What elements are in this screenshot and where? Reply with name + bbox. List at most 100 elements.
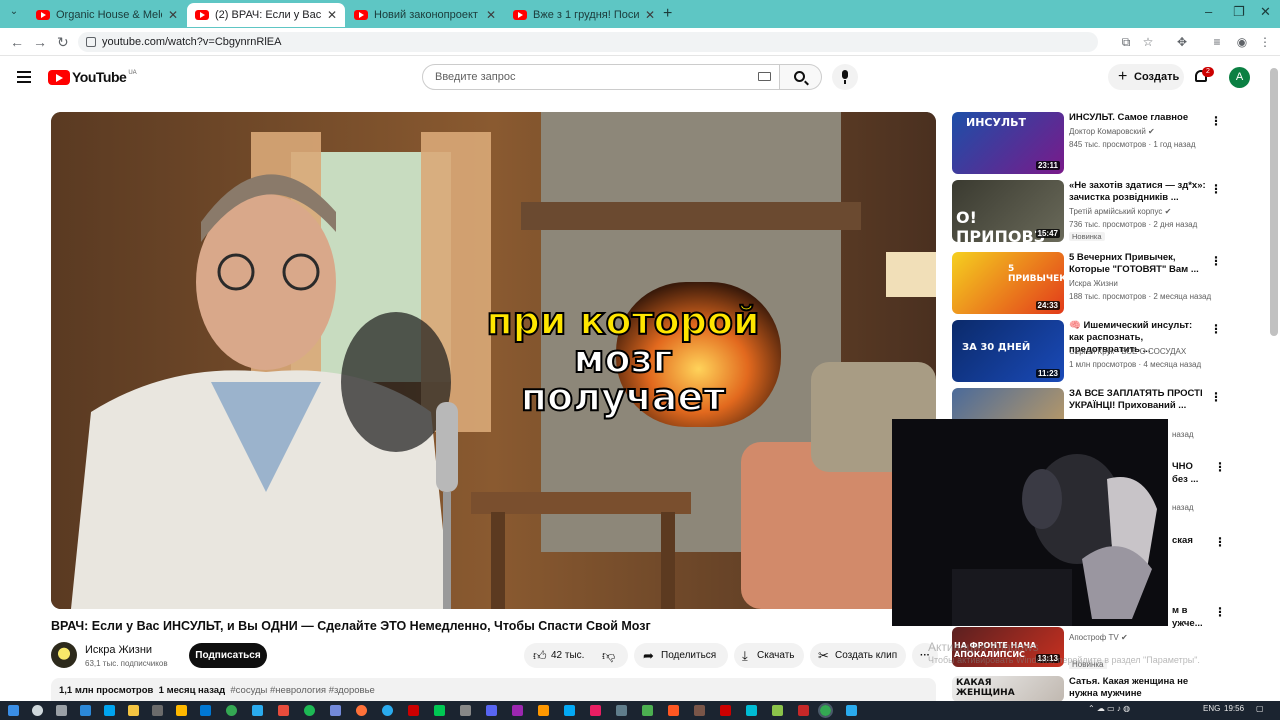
site-info-icon[interactable] [86,37,96,47]
reading-list-icon[interactable]: ≡ [1210,35,1224,49]
app-icon[interactable] [694,705,705,716]
recommendation-item[interactable]: ЗА 30 ДНЕЙ 11:23 🧠 Ишемический инсульт: … [952,320,1222,384]
browser-tab-4[interactable]: Вже з 1 грудня! Посилення пр ✕ [505,3,663,27]
tab-search-icon[interactable]: ⌄ [6,6,22,22]
tray-icons[interactable]: ⌃ ☁ ▭ ♪ ◍ [1088,704,1130,713]
like-button[interactable]: 👍︎ 42 тыс. 👎︎ [524,643,628,668]
browser-menu-icon[interactable]: ⋮ [1258,35,1272,49]
search-input[interactable]: Введите запрос [422,64,780,90]
video-player[interactable]: при которой мозг получает [51,112,936,609]
voice-search-icon[interactable] [832,64,858,90]
app-icon[interactable] [772,705,783,716]
app-icon[interactable] [434,705,445,716]
address-bar[interactable]: youtube.com/watch?v=CbgynrnRlEA [78,32,1098,52]
language-indicator[interactable]: ENG [1203,704,1220,713]
channel-name[interactable]: Искра Жизни [85,644,152,656]
chrome-active-icon[interactable] [818,703,833,718]
task-view-icon[interactable] [56,705,67,716]
telegram-icon[interactable] [382,705,393,716]
app-icon[interactable] [538,705,549,716]
more-options-icon[interactable]: ⋮ [1214,605,1226,619]
video-thumbnail[interactable]: КАКАЯ ЖЕНЩИНА [952,676,1064,702]
app-icon[interactable] [408,705,419,716]
app-icon[interactable] [746,705,757,716]
keyboard-icon[interactable] [758,72,771,81]
more-options-icon[interactable]: ⋮ [1210,322,1222,336]
close-window-icon[interactable]: ✕ [1260,4,1271,20]
explorer-icon[interactable] [128,705,139,716]
forward-icon[interactable]: → [33,34,47,50]
recommendation-item[interactable]: ИНСУЛЬТ 23:11 ИНСУЛЬТ. Самое главное Док… [952,112,1222,176]
clock[interactable]: 19:56 [1224,704,1244,713]
account-avatar[interactable]: A [1229,67,1250,88]
notification-center-icon[interactable]: ▢ [1256,704,1264,713]
app-icon[interactable] [200,705,211,716]
more-options-icon[interactable]: ⋮ [1210,390,1222,404]
edge-icon[interactable] [80,705,91,716]
recommendation-item[interactable]: 5 ПРИВЫЧЕК 24:33 5 Вечерних Привычек, Ко… [952,252,1222,316]
start-icon[interactable] [8,705,19,716]
app-icon[interactable] [278,705,289,716]
page-scrollbar[interactable] [1270,68,1278,336]
create-button[interactable]: + Создать [1108,64,1184,90]
app-icon[interactable] [616,705,627,716]
close-tab-icon[interactable]: ✕ [645,8,655,22]
new-tab-icon[interactable]: + [663,5,672,23]
reload-icon[interactable]: ↻ [57,34,69,51]
browser-tab-2[interactable]: (2) ВРАЧ: Если у Вас ИНСУЛЬТ ✕ [187,3,345,27]
minimize-icon[interactable]: – [1205,4,1212,19]
thumbs-down-icon[interactable]: 👎︎ [602,643,615,668]
clip-button[interactable]: ✂ Создать клип [810,643,906,668]
close-tab-icon[interactable]: ✕ [327,8,337,22]
logo-text: YouTube [72,69,127,85]
chrome-icon[interactable] [226,705,237,716]
recommendation-item[interactable]: О! ПРИПОВЗ 15:47 «Не захотів здатися — з… [952,180,1222,244]
app-icon[interactable] [668,705,679,716]
app-icon[interactable] [460,705,471,716]
app-icon[interactable] [798,705,809,716]
more-options-icon[interactable]: ⋮ [1210,114,1222,128]
app-icon[interactable] [330,705,341,716]
bookmark-star-icon[interactable]: ☆ [1141,35,1155,49]
browser-tab-1[interactable]: Organic House & Melodic Hou ✕ [28,3,186,27]
more-options-icon[interactable]: ⋮ [1214,460,1226,474]
app-icon[interactable] [720,705,731,716]
search-icon[interactable] [32,705,43,716]
app-icon[interactable] [564,705,575,716]
share-button[interactable]: ➦ Поделиться [634,643,728,668]
video-thumbnail[interactable]: О! ПРИПОВЗ 15:47 [952,180,1064,242]
video-thumbnail[interactable]: 5 ПРИВЫЧЕК 24:33 [952,252,1064,314]
install-app-icon[interactable]: ⧉ [1119,35,1133,49]
more-options-icon[interactable]: ⋮ [1214,535,1226,549]
app-icon[interactable] [252,705,263,716]
youtube-logo[interactable]: YouTube UA [48,69,137,85]
app-icon[interactable] [642,705,653,716]
app-icon[interactable] [486,705,497,716]
download-button[interactable]: ⤓ Скачать [734,643,804,668]
app-icon[interactable] [176,705,187,716]
app-icon[interactable] [512,705,523,716]
app-icon[interactable] [152,705,163,716]
extensions-icon[interactable]: ✥ [1175,35,1189,49]
back-icon[interactable]: ← [10,34,24,50]
maximize-icon[interactable]: ❐ [1233,4,1245,20]
app-icon[interactable] [356,705,367,716]
profile-icon[interactable]: ◉ [1235,35,1249,49]
video-thumbnail[interactable]: ЗА 30 ДНЕЙ 11:23 [952,320,1064,382]
menu-icon[interactable] [17,71,31,83]
store-icon[interactable] [104,705,115,716]
video-thumbnail[interactable]: ИНСУЛЬТ 23:11 [952,112,1064,174]
app-icon[interactable] [846,705,857,716]
close-tab-icon[interactable]: ✕ [486,8,496,22]
channel-avatar[interactable] [51,642,77,668]
subscribe-button[interactable]: Подписаться [189,643,267,668]
video-caption-overlay: при которой мозг получает [443,301,803,417]
hashtags[interactable]: #сосуды #неврология #здоровье [230,685,374,696]
app-icon[interactable] [304,705,315,716]
browser-tab-3[interactable]: Новий законопроект о долж ✕ [346,3,504,27]
more-options-icon[interactable]: ⋮ [1210,182,1222,196]
search-button[interactable] [780,64,822,90]
close-tab-icon[interactable]: ✕ [168,8,178,22]
app-icon[interactable] [590,705,601,716]
more-options-icon[interactable]: ⋮ [1210,254,1222,268]
